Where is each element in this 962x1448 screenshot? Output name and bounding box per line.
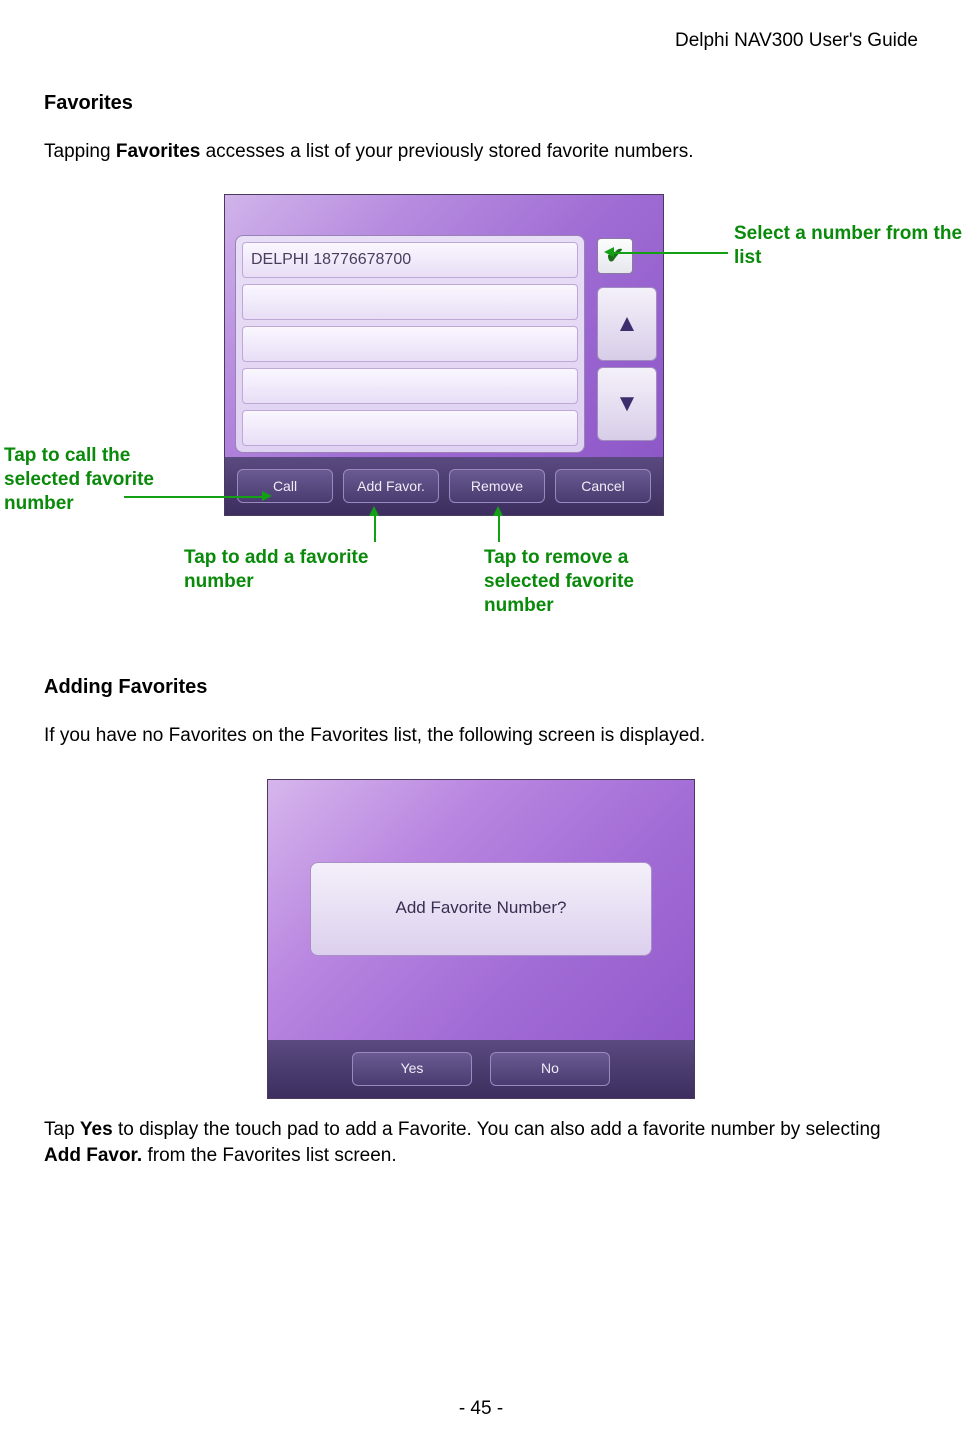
- annotation-remove: Tap to remove a selected favorite number: [484, 546, 684, 617]
- add-favorite-screen: Add Favorite Number? Yes No: [267, 779, 695, 1099]
- closing-post: from the Favorites list screen.: [142, 1145, 396, 1166]
- favorites-list-item-4[interactable]: [242, 368, 578, 404]
- favorites-screen: DELPHI 18776678700 ✔ ▲ ▼ Call Add Favor.…: [224, 194, 664, 516]
- closing-bold-addfavor: Add Favor.: [44, 1145, 142, 1166]
- triangle-down-icon: ▼: [615, 388, 639, 420]
- arrow-select-line: [614, 252, 728, 254]
- add-favor-button[interactable]: Add Favor.: [343, 469, 439, 503]
- arrow-remove-line: [498, 514, 500, 542]
- favorites-list-item-3[interactable]: [242, 326, 578, 362]
- closing-bold-yes: Yes: [80, 1119, 113, 1140]
- header-guide-title: Delphi NAV300 User's Guide: [44, 28, 918, 54]
- closing-mid: to display the touch pad to add a Favori…: [113, 1119, 881, 1140]
- arrow-call-head: [262, 491, 272, 501]
- arrow-add-head: [369, 506, 379, 516]
- scroll-up-button[interactable]: ▲: [597, 287, 657, 361]
- intro-text-bold: Favorites: [116, 141, 200, 162]
- page-number: - 45 -: [0, 1396, 962, 1422]
- triangle-up-icon: ▲: [615, 308, 639, 340]
- select-checkmark-icon[interactable]: ✔: [597, 238, 633, 274]
- cancel-button[interactable]: Cancel: [555, 469, 651, 503]
- closing-text: Tap Yes to display the touch pad to add …: [44, 1117, 918, 1168]
- remove-button[interactable]: Remove: [449, 469, 545, 503]
- closing-pre: Tap: [44, 1119, 80, 1140]
- yes-button[interactable]: Yes: [352, 1052, 472, 1086]
- dialog-button-bar: Yes No: [268, 1040, 694, 1098]
- favorites-list-panel: DELPHI 18776678700: [235, 235, 585, 453]
- button-bar: Call Add Favor. Remove Cancel: [225, 457, 663, 515]
- add-favorite-dialog: Add Favorite Number?: [310, 862, 652, 956]
- arrow-remove-head: [493, 506, 503, 516]
- section-favorites-title: Favorites: [44, 90, 918, 117]
- favorites-list-item-5[interactable]: [242, 410, 578, 446]
- annotation-add: Tap to add a favorite number: [184, 546, 394, 594]
- favorites-intro: Tapping Favorites accesses a list of you…: [44, 139, 918, 165]
- favorites-list-item-2[interactable]: [242, 284, 578, 320]
- arrow-add-line: [374, 514, 376, 542]
- intro-text-post: accesses a list of your previously store…: [200, 141, 693, 162]
- favorites-list-item-1[interactable]: DELPHI 18776678700: [242, 242, 578, 278]
- scroll-down-button[interactable]: ▼: [597, 367, 657, 441]
- section-adding-title: Adding Favorites: [44, 674, 918, 701]
- arrow-select-head: [604, 247, 614, 257]
- intro-text-pre: Tapping: [44, 141, 116, 162]
- annotation-call: Tap to call the selected favorite number: [4, 444, 204, 515]
- arrow-call-line: [124, 496, 262, 498]
- annotation-select: Select a number from the list: [734, 222, 962, 270]
- adding-intro: If you have no Favorites on the Favorite…: [44, 723, 918, 749]
- no-button[interactable]: No: [490, 1052, 610, 1086]
